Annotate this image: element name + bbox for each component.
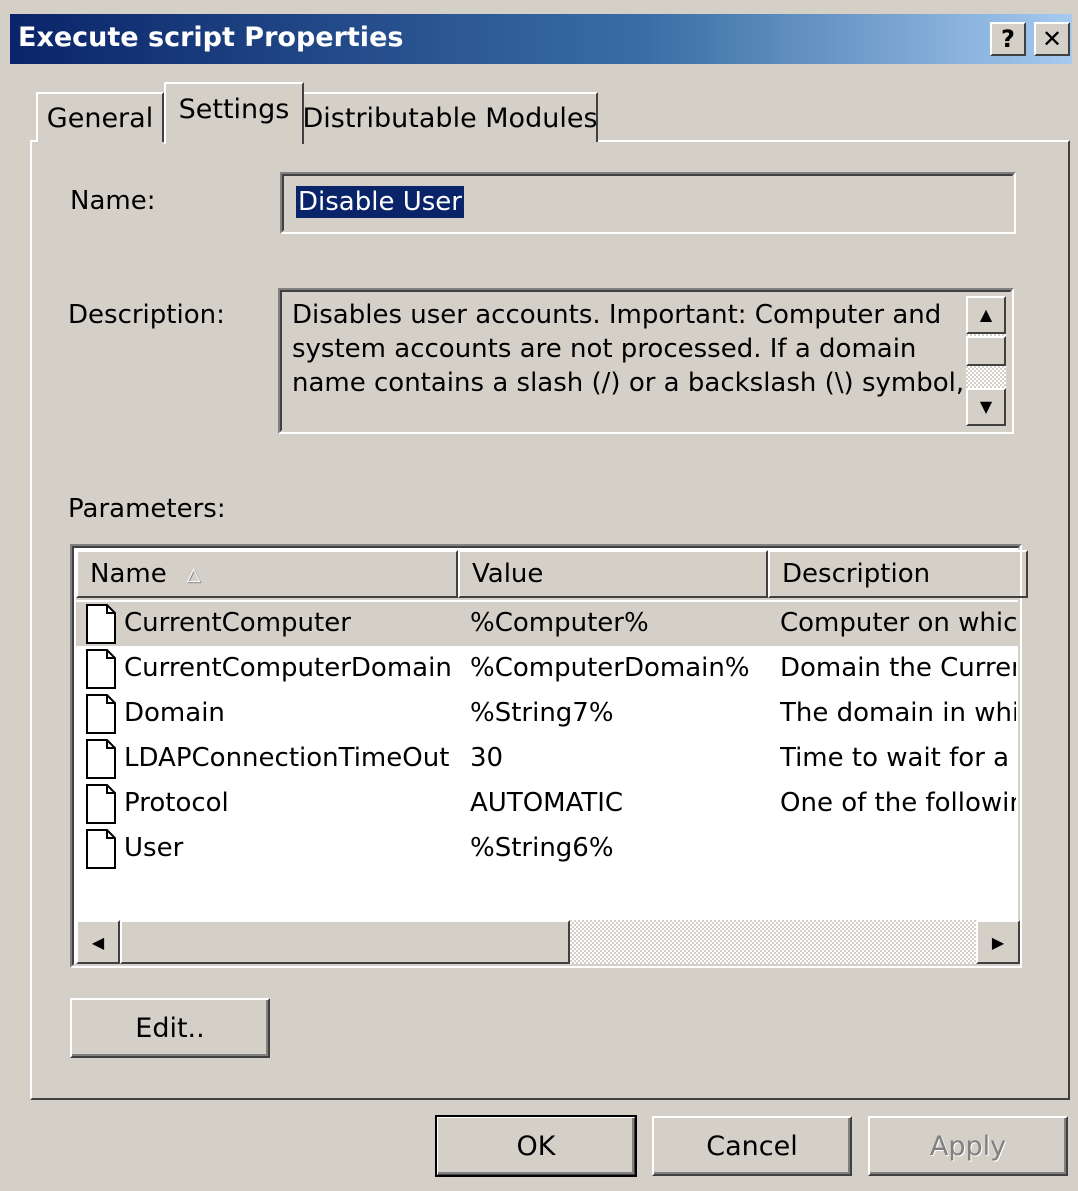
ok-button-label: OK (516, 1130, 556, 1162)
apply-button[interactable]: Apply (868, 1116, 1068, 1176)
param-name: LDAPConnectionTimeOut (124, 743, 450, 773)
scroll-thumb[interactable] (966, 336, 1006, 366)
column-header-label: Value (472, 559, 544, 589)
arrow-up-icon: ▲ (979, 305, 993, 324)
document-icon (86, 829, 116, 869)
column-header-description[interactable]: Description (768, 550, 1028, 598)
title-bar[interactable]: Execute script Properties ? ✕ (10, 14, 1072, 64)
tab-distributable-modules[interactable]: Distributable Modules (302, 92, 598, 142)
cancel-button-label: Cancel (706, 1130, 798, 1162)
param-value: %String7% (470, 698, 614, 728)
parameters-list[interactable]: Name △ Value Description CurrentComputer… (70, 544, 1028, 968)
scroll-right-button[interactable]: ▶ (976, 920, 1020, 964)
description-field[interactable]: Disables user accounts. Important: Compu… (278, 288, 1014, 434)
column-header-label: Description (782, 559, 931, 589)
sort-ascending-icon: △ (186, 563, 201, 585)
ok-button[interactable]: OK (435, 1115, 637, 1177)
list-rows: CurrentComputer %Computer% Computer on w… (76, 602, 1020, 920)
tab-modules-label: Distributable Modules (302, 102, 598, 134)
column-header-value[interactable]: Value (458, 550, 768, 598)
description-scrollbar[interactable]: ▲ ▼ (966, 296, 1006, 426)
scroll-left-button[interactable]: ◀ (76, 920, 120, 964)
close-button[interactable]: ✕ (1034, 22, 1070, 56)
table-row[interactable]: Domain %String7% The domain in which (76, 692, 1020, 736)
name-field[interactable]: Disable User (280, 172, 1016, 234)
name-label-text: Name: (70, 186, 156, 216)
tab-general[interactable]: General (36, 92, 164, 142)
edit-button[interactable]: Edit.. (70, 998, 270, 1058)
tab-settings[interactable]: Settings (164, 82, 304, 144)
arrow-right-icon: ▶ (991, 932, 1005, 952)
table-row[interactable]: CurrentComputerDomain %ComputerDomain% D… (76, 647, 1020, 691)
arrow-left-icon: ◀ (91, 932, 105, 952)
param-value: %String6% (470, 833, 614, 863)
table-row[interactable]: LDAPConnectionTimeOut 30 Time to wait fo… (76, 737, 1020, 781)
help-button[interactable]: ? (990, 22, 1026, 56)
help-icon: ? (1001, 25, 1015, 53)
param-description: Time to wait for a s (780, 743, 1016, 773)
param-value: %Computer% (470, 608, 649, 638)
parameters-label-text: Parameters: (68, 494, 226, 524)
param-description: One of the following (780, 788, 1016, 818)
tab-settings-label: Settings (178, 94, 290, 125)
param-name: Domain (124, 698, 225, 728)
param-name: CurrentComputerDomain (124, 653, 452, 683)
apply-button-label: Apply (929, 1130, 1007, 1162)
window-title: Execute script Properties (18, 22, 404, 53)
param-name: CurrentComputer (124, 608, 351, 638)
horizontal-scrollbar[interactable]: ◀ ▶ (76, 920, 1020, 964)
document-icon (86, 739, 116, 779)
list-header: Name △ Value Description (76, 550, 1028, 600)
document-icon (86, 604, 116, 644)
document-icon (86, 649, 116, 689)
close-icon: ✕ (1041, 25, 1063, 53)
table-row[interactable]: Protocol AUTOMATIC One of the following (76, 782, 1020, 826)
name-label: Name: (70, 186, 155, 216)
param-name: User (124, 833, 184, 863)
table-row[interactable]: CurrentComputer %Computer% Computer on w… (76, 602, 1020, 646)
description-text: Disables user accounts. Important: Compu… (292, 298, 962, 408)
description-line: name contains a slash (/) or a backslash… (292, 368, 962, 398)
param-value: AUTOMATIC (470, 788, 624, 818)
edit-button-label: Edit.. (135, 1012, 205, 1044)
param-description: Computer on which (780, 608, 1016, 638)
cancel-button[interactable]: Cancel (652, 1116, 852, 1176)
table-row[interactable]: User %String6% (76, 827, 1020, 871)
param-value: %ComputerDomain% (470, 653, 750, 683)
parameters-label: Parameters: (68, 494, 226, 524)
name-field-value: Disable User (296, 186, 464, 218)
description-line: system accounts are not processed. If a … (292, 334, 917, 364)
tab-general-label: General (46, 102, 154, 134)
description-label: Description: (68, 300, 225, 330)
param-value: 30 (470, 743, 504, 773)
document-icon (86, 784, 116, 824)
arrow-down-icon: ▼ (979, 397, 993, 416)
document-icon (86, 694, 116, 734)
description-line: Disables user accounts. Important: Compu… (292, 300, 942, 330)
param-name: Protocol (124, 788, 229, 818)
column-header-label: Name (90, 559, 167, 589)
param-description: Domain the Current (780, 653, 1016, 683)
properties-dialog: Execute script Properties ? ✕ General Se… (0, 0, 1078, 1191)
param-description: The domain in which (780, 698, 1016, 728)
description-label-text: Description: (68, 300, 225, 330)
column-header-name[interactable]: Name △ (76, 550, 458, 598)
scroll-down-button[interactable]: ▼ (966, 388, 1006, 426)
scroll-up-button[interactable]: ▲ (966, 296, 1006, 334)
horizontal-scroll-thumb[interactable] (120, 920, 570, 964)
